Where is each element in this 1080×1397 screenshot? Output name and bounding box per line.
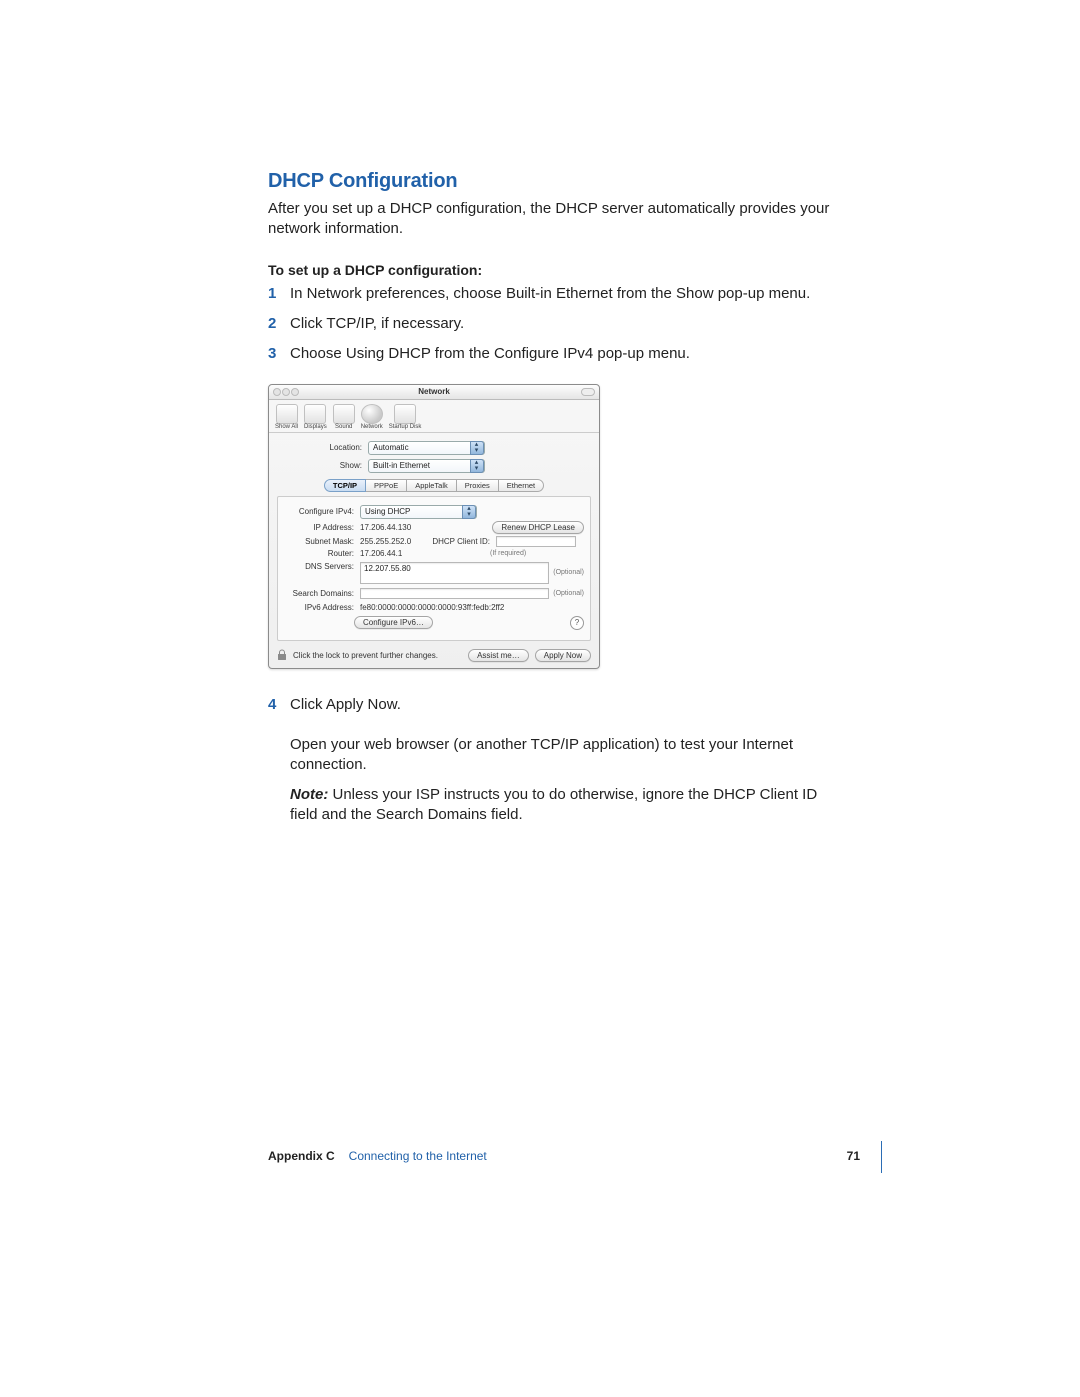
optional-label: (Optional) [553,590,584,597]
location-select[interactable]: Automatic [368,441,485,455]
intro-paragraph: After you set up a DHCP configuration, t… [268,199,840,240]
dns-input[interactable]: 12.207.55.80 [360,562,549,584]
configure-ipv6-button[interactable]: Configure IPv6… [354,616,433,629]
prefs-toolbar: Show All Displays Sound Network Startup … [269,400,599,433]
ipv6-address-label: IPv6 Address: [284,603,360,612]
lock-icon[interactable] [277,649,287,661]
assist-me-button[interactable]: Assist me… [468,649,529,662]
renew-dhcp-button[interactable]: Renew DHCP Lease [492,521,584,534]
search-domains-input[interactable] [360,588,549,599]
toolbar-item-displays[interactable]: Displays [304,404,327,430]
appendix-title: Connecting to the Internet [349,1149,487,1163]
location-label: Location: [277,443,368,452]
ipv6-address-value: fe80:0000:0000:0000:0000:93ff:fedb:2ff2 [360,603,584,612]
subnet-value: 255.255.252.0 [360,537,430,546]
toolbar-item-startupdisk[interactable]: Startup Disk [389,404,422,430]
tab-ethernet[interactable]: Ethernet [498,479,544,492]
tab-bar: TCP/IP PPPoE AppleTalk Proxies Ethernet [269,479,599,492]
dhcp-client-id-label: DHCP Client ID: [430,537,496,546]
ip-value: 17.206.44.130 [360,523,492,532]
toolbar-toggle-icon[interactable] [581,388,595,396]
page-footer: Appendix C Connecting to the Internet 71 [268,1149,850,1163]
tab-appletalk[interactable]: AppleTalk [406,479,457,492]
tab-content: Configure IPv4: Using DHCP IP Address: 1… [277,496,591,641]
step-text: Choose Using DHCP from the Configure IPv… [290,342,840,366]
subnet-label: Subnet Mask: [284,537,360,546]
apply-now-button[interactable]: Apply Now [535,649,591,662]
step-number: 1 [268,282,290,306]
step-number: 2 [268,312,290,336]
step-number: 4 [268,693,290,717]
step-text: Click Apply Now. [290,693,840,717]
tab-tcpip[interactable]: TCP/IP [324,479,366,492]
step-text: In Network preferences, choose Built-in … [290,282,840,306]
show-label: Show: [277,461,368,470]
chevron-updown-icon [470,441,484,455]
tab-proxies[interactable]: Proxies [456,479,499,492]
note-paragraph: Note: Unless your ISP instructs you to d… [290,785,840,826]
help-icon[interactable]: ? [570,616,584,630]
toolbar-item-showall[interactable]: Show All [275,404,298,430]
router-value: 17.206.44.1 [360,549,430,558]
window-title: Network [418,387,450,396]
subheader: To set up a DHCP configuration: [268,262,840,278]
network-prefs-window: Network Show All Displays Sound Network … [268,384,600,669]
open-browser-paragraph: Open your web browser (or another TCP/IP… [290,735,840,776]
search-domains-label: Search Domains: [284,589,360,598]
toolbar-item-sound[interactable]: Sound [333,404,355,430]
ip-label: IP Address: [284,523,360,532]
appendix-label: Appendix C [268,1149,335,1163]
chevron-updown-icon [462,505,476,519]
optional-label: (Optional) [553,569,584,576]
step-text: Click TCP/IP, if necessary. [290,312,840,336]
footer-rule [881,1141,882,1173]
steps-list: 1In Network preferences, choose Built-in… [268,282,840,366]
panel-footer: Click the lock to prevent further change… [269,645,599,668]
step-number: 3 [268,342,290,366]
traffic-light-icons[interactable] [273,387,300,401]
note-body: Unless your ISP instructs you to do othe… [290,786,817,823]
tab-pppoe[interactable]: PPPoE [365,479,407,492]
section-title: DHCP Configuration [268,170,840,193]
lock-hint: Click the lock to prevent further change… [293,651,438,660]
dhcp-client-id-input[interactable] [496,536,576,547]
steps-list: 4Click Apply Now. [268,693,840,717]
router-label: Router: [284,549,360,558]
toolbar-item-network[interactable]: Network [361,404,383,430]
dns-label: DNS Servers: [284,562,360,571]
page-number: 71 [847,1149,860,1163]
window-titlebar: Network [269,385,599,400]
client-id-hint: (If required) [490,550,526,557]
configure-select[interactable]: Using DHCP [360,505,477,519]
note-label: Note: [290,786,328,803]
chevron-updown-icon [470,459,484,473]
show-select[interactable]: Built-in Ethernet [368,459,485,473]
configure-label: Configure IPv4: [284,507,360,516]
